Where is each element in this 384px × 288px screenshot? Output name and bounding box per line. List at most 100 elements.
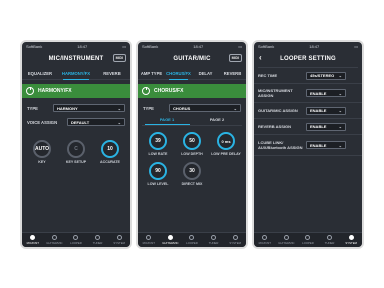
tab-harmony-fx[interactable]: HARMONY/FX xyxy=(58,71,94,80)
nav-system[interactable]: SYSTEM xyxy=(108,233,130,247)
type-label: TYPE xyxy=(27,105,38,111)
fx-bar: CHORUS/FX xyxy=(138,84,246,98)
status-time: 18:47 xyxy=(309,43,320,49)
nav-label: TUNER xyxy=(92,241,103,245)
type-value: HARMONY xyxy=(57,105,78,111)
nav-label: LOOPER xyxy=(302,241,314,245)
power-icon[interactable] xyxy=(26,87,34,95)
nav-tuner[interactable]: TUNER xyxy=(87,233,109,247)
bottom-nav: MIC/INST GUITAR/MIC LOOPER TUNER SYSTEM xyxy=(254,232,362,247)
setting-label: I-CUBE LINK/ AUX/Bluetooth ASSIGN xyxy=(258,140,303,150)
power-icon[interactable] xyxy=(142,87,150,95)
knob-direct-mix[interactable]: 30 DIRECT MIX xyxy=(175,162,209,186)
reverb-assign-select[interactable]: ENABLE ⌄ xyxy=(306,122,346,131)
knob-dial[interactable]: 10 xyxy=(101,140,119,158)
bottom-nav: MIC/INST GUITAR/MIC LOOPER TUNER SYSTEM xyxy=(22,232,130,247)
knob-dial[interactable]: 90 xyxy=(149,162,167,180)
nav-looper[interactable]: LOOPER xyxy=(297,233,319,247)
page-2-tab[interactable]: PAGE 2 xyxy=(192,117,242,125)
nav-tuner[interactable]: TUNER xyxy=(203,233,225,247)
nav-system[interactable]: SYSTEM xyxy=(340,233,362,247)
knob-dial[interactable]: C xyxy=(67,140,85,158)
knob-dial[interactable]: 30 xyxy=(183,162,201,180)
mic-instrument-assign-select[interactable]: ENABLE ⌄ xyxy=(306,89,346,97)
knob-low-depth[interactable]: 50 LOW DEPTH xyxy=(175,132,209,156)
knob-label: ACCURATE xyxy=(100,160,120,164)
knob-dial[interactable]: 39 xyxy=(149,132,167,150)
knob-label: LOW DEPTH xyxy=(181,152,203,156)
setting-label: GUITAR/MIC ASSIGN xyxy=(258,108,298,113)
status-bar: SoftBank 18:47 ▭ xyxy=(138,42,246,50)
nav-guitar-mic[interactable]: GUITAR/MIC xyxy=(44,233,66,247)
rec-time-select[interactable]: 45s/STEREO ⌄ xyxy=(306,71,346,80)
tab-reverb[interactable]: REVERB xyxy=(94,71,130,76)
midi-button[interactable]: MIDI xyxy=(112,54,126,62)
chevron-down-icon: ⌄ xyxy=(117,105,121,111)
nav-guitar-mic[interactable]: GUITAR/MIC xyxy=(160,233,182,247)
nav-looper[interactable]: LOOPER xyxy=(181,233,203,247)
nav-mic-inst[interactable]: MIC/INST xyxy=(138,233,160,247)
looper-icon xyxy=(305,235,311,240)
voice-assign-row: VOICE ASSIGN DEFAULT ⌄ xyxy=(22,118,130,126)
setting-label: REC TIME xyxy=(258,73,278,78)
nav-label: TUNER xyxy=(208,241,219,245)
type-row: TYPE CHORUS ⌄ xyxy=(138,104,246,112)
tab-chorus-fx[interactable]: CHORUS/FX xyxy=(165,71,192,80)
nav-label: TUNER xyxy=(324,241,335,245)
tab-bar: AMP TYPE CHORUS/FX DELAY REVERB xyxy=(138,67,246,80)
phone-screen-guitar-mic: SoftBank 18:47 ▭ GUITAR/MIC MIDI AMP TYP… xyxy=(136,40,248,249)
type-select[interactable]: CHORUS ⌄ xyxy=(169,104,241,112)
knob-key[interactable]: AUTO KEY xyxy=(25,140,59,164)
knob-dial[interactable]: AUTO xyxy=(33,140,51,158)
guitar-mic-assign-select[interactable]: ENABLE ⌄ xyxy=(306,106,346,115)
knob-low-pre-delay[interactable]: 0 ms LOW PRE DELAY xyxy=(209,132,243,156)
icube-link-assign-select[interactable]: ENABLE ⌄ xyxy=(306,141,346,149)
nav-guitar-mic[interactable]: GUITAR/MIC xyxy=(276,233,298,247)
knob-label: KEY SETUP xyxy=(65,160,87,164)
chevron-down-icon: ⌄ xyxy=(338,124,342,129)
chevron-down-icon: ⌄ xyxy=(338,108,342,113)
tab-equalizer[interactable]: EQUALIZER xyxy=(22,71,58,76)
nav-label: LOOPER xyxy=(70,241,82,245)
knob-key-setup[interactable]: C KEY SETUP xyxy=(59,140,93,164)
nav-label: GUITAR/MIC xyxy=(278,241,295,245)
gear-icon xyxy=(348,235,354,240)
nav-system[interactable]: SYSTEM xyxy=(224,233,246,247)
phone-screen-mic-instrument: SoftBank 18:47 ▭ MIC/INSTRUMENT MIDI EQU… xyxy=(20,40,132,249)
knob-empty xyxy=(209,162,243,186)
tab-amp-type[interactable]: AMP TYPE xyxy=(138,71,165,76)
page-1-tab[interactable]: PAGE 1 xyxy=(142,117,192,125)
chevron-down-icon: ⌄ xyxy=(233,105,237,111)
nav-mic-inst[interactable]: MIC/INST xyxy=(254,233,276,247)
nav-label: MIC/INST xyxy=(258,241,271,245)
battery-icon: ▭ xyxy=(238,43,242,49)
knob-low-rate[interactable]: 39 LOW RATE xyxy=(141,132,175,156)
knob-dial[interactable]: 0 ms xyxy=(217,132,235,150)
guitar-icon xyxy=(167,235,173,240)
type-select[interactable]: HARMONY ⌄ xyxy=(53,104,125,112)
knob-low-level[interactable]: 90 LOW LEVEL xyxy=(141,162,175,186)
tab-reverb[interactable]: REVERB xyxy=(219,71,246,76)
page-tabs: PAGE 1 PAGE 2 xyxy=(138,117,246,125)
type-value: CHORUS xyxy=(173,105,191,111)
battery-icon: ▭ xyxy=(354,43,358,49)
knob-dial[interactable]: 50 xyxy=(183,132,201,150)
nav-looper[interactable]: LOOPER xyxy=(65,233,87,247)
knob-accurate[interactable]: 10 ACCURATE xyxy=(93,140,127,164)
fx-bar: HARMONY/FX xyxy=(22,84,130,98)
knob-label: DIRECT MIX xyxy=(181,182,203,186)
nav-label: MIC/INST xyxy=(142,241,155,245)
nav-mic-inst[interactable]: MIC/INST xyxy=(22,233,44,247)
battery-icon: ▭ xyxy=(122,43,126,49)
tuner-icon xyxy=(327,235,333,240)
nav-label: GUITAR/MIC xyxy=(162,241,179,245)
nav-tuner[interactable]: TUNER xyxy=(319,233,341,247)
voice-assign-select[interactable]: DEFAULT ⌄ xyxy=(67,118,125,126)
carrier-text: SoftBank xyxy=(142,43,159,49)
tab-delay[interactable]: DELAY xyxy=(192,71,219,76)
select-value: 45s/STEREO xyxy=(310,73,335,78)
setting-label: MIC/INSTRUMENT ASSIGN xyxy=(258,88,293,98)
back-icon[interactable]: ‹ xyxy=(259,53,262,62)
midi-button[interactable]: MIDI xyxy=(228,54,242,62)
select-value: ENABLE xyxy=(310,124,327,129)
